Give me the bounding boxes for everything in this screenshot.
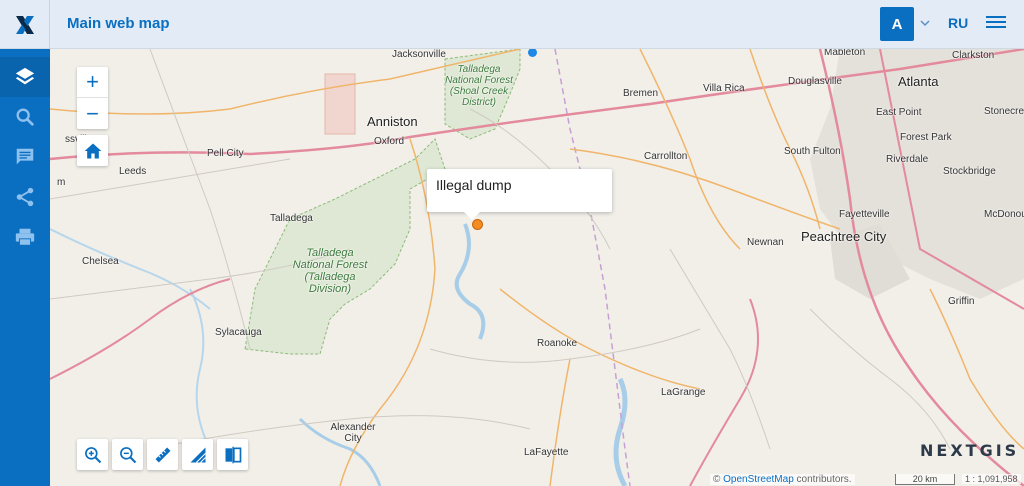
place-label: Bremen bbox=[623, 88, 659, 99]
measure-distance-button[interactable] bbox=[147, 439, 178, 470]
place-label: Carrollton bbox=[644, 151, 688, 162]
zoom-out-magnifier-icon bbox=[119, 446, 136, 463]
sidebar-item-search[interactable] bbox=[0, 97, 50, 137]
place-label: Sylacauga bbox=[215, 327, 262, 338]
ruler-icon bbox=[155, 447, 170, 462]
place-label: Pell City bbox=[207, 148, 244, 159]
forest-label: Talladega National Forest (Shoal Creek D… bbox=[445, 64, 513, 108]
place-label: Fayetteville bbox=[839, 209, 890, 220]
place-label: Talladega bbox=[270, 213, 313, 224]
home-extent-button[interactable] bbox=[77, 135, 108, 166]
place-label: Roanoke bbox=[537, 338, 578, 349]
language-switch-button[interactable]: RU bbox=[948, 15, 968, 31]
annotations-icon bbox=[16, 148, 34, 165]
print-icon bbox=[15, 228, 35, 246]
place-label: Forest Park bbox=[900, 132, 952, 143]
sidebar-item-layers[interactable] bbox=[0, 57, 50, 97]
place-label: East Point bbox=[876, 107, 922, 118]
place-label: Mableton bbox=[824, 49, 866, 58]
home-icon bbox=[84, 143, 101, 158]
place-label: Jacksonville bbox=[392, 49, 446, 60]
place-label: Clarkston bbox=[952, 50, 995, 61]
area-measure-icon bbox=[190, 447, 206, 463]
zoom-in-button[interactable]: + bbox=[77, 67, 108, 98]
place-label: Newnan bbox=[747, 237, 784, 248]
place-label: Griffin bbox=[948, 296, 975, 307]
swipe-icon bbox=[225, 446, 241, 463]
place-label: McDonou bbox=[984, 209, 1024, 220]
nextgis-brand-logo: NEXTGIS bbox=[920, 441, 1020, 460]
layers-icon bbox=[15, 67, 35, 85]
forest-label: Talladega National Forest (Talladega Div… bbox=[292, 247, 368, 295]
place-label: Chelsea bbox=[82, 256, 119, 267]
sidebar-item-print[interactable] bbox=[0, 217, 50, 257]
sidebar-item-annotations[interactable] bbox=[0, 137, 50, 177]
place-label: Stockbridge bbox=[943, 166, 996, 177]
place-label: Villa Rica bbox=[703, 83, 745, 94]
osm-link[interactable]: OpenStreetMap bbox=[723, 474, 794, 485]
chevron-down-icon[interactable] bbox=[919, 17, 931, 29]
scale-bar: 20 km bbox=[895, 474, 955, 485]
nextgis-logo[interactable] bbox=[0, 0, 50, 49]
sidebar-item-share[interactable] bbox=[0, 177, 50, 217]
user-avatar-button[interactable]: A bbox=[880, 7, 914, 41]
place-label: Leeds bbox=[119, 166, 147, 177]
zoom-out-button[interactable]: − bbox=[77, 98, 108, 129]
place-label: Douglasville bbox=[788, 76, 842, 87]
app-header: Main web map A RU bbox=[0, 0, 1024, 49]
measure-area-button[interactable] bbox=[182, 439, 213, 470]
illegal-dump-marker[interactable] bbox=[472, 219, 483, 230]
place-label: Stonecre bbox=[984, 106, 1024, 117]
place-label: Atlanta bbox=[898, 74, 939, 89]
share-icon bbox=[16, 187, 34, 207]
map-attribution: © OpenStreetMap contributors. bbox=[710, 474, 855, 485]
place-label: Peachtree City bbox=[801, 229, 887, 244]
place-label: m bbox=[57, 177, 66, 188]
feature-popup[interactable]: Illegal dump bbox=[427, 169, 612, 220]
zoom-in-magnifier-icon bbox=[84, 446, 101, 463]
hamburger-menu-icon[interactable] bbox=[984, 13, 1008, 35]
place-label: Anniston bbox=[367, 114, 418, 129]
page-title: Main web map bbox=[67, 15, 170, 32]
zoom-in-tool-button[interactable] bbox=[77, 439, 108, 470]
map-toolbar bbox=[77, 439, 248, 471]
logo-x-icon bbox=[15, 15, 34, 34]
place-label: Riverdale bbox=[886, 154, 929, 165]
place-label: LaGrange bbox=[661, 387, 706, 398]
zoom-out-tool-button[interactable] bbox=[112, 439, 143, 470]
map-canvas[interactable]: Jacksonville Mableton Clarkston Atlanta … bbox=[50, 49, 1024, 486]
search-icon bbox=[16, 108, 34, 126]
place-label: Alexander City bbox=[330, 422, 376, 444]
sidebar bbox=[0, 49, 50, 486]
swipe-compare-button[interactable] bbox=[217, 439, 248, 470]
scale-ratio: 1 : 1,091,958 bbox=[962, 474, 1021, 484]
place-label: South Fulton bbox=[784, 146, 841, 157]
popup-title: Illegal dump bbox=[436, 177, 512, 193]
zoom-control: + − bbox=[77, 67, 108, 129]
place-label: Oxford bbox=[374, 136, 405, 147]
place-label: LaFayette bbox=[524, 447, 569, 458]
